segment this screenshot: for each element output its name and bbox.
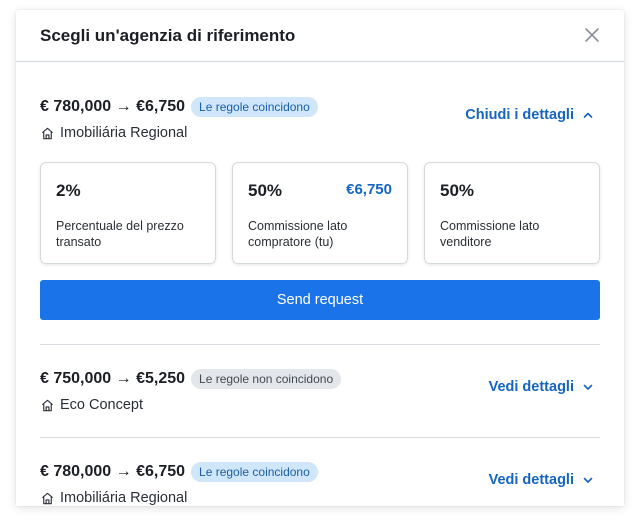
- home-icon: [41, 492, 54, 504]
- card-label: Commissione lato compratore (tu): [248, 219, 348, 249]
- offer-price: € 750,000 → €5,250: [40, 370, 186, 387]
- card-amount: €6,750: [346, 181, 392, 198]
- agency-selection-modal: Scegli un'agenzia di riferimento € 780,0…: [16, 10, 624, 506]
- close-details-link[interactable]: Chiudi i dettagli: [465, 107, 594, 123]
- card-label: Commissione lato venditore: [440, 219, 540, 249]
- agency-name: Imobiliária Regional: [60, 490, 188, 506]
- toggle-label: Vedi dettagli: [488, 472, 574, 488]
- view-details-link[interactable]: Vedi dettagli: [489, 472, 594, 488]
- offer-item: € 750,000 → €5,250 Le regole non coincid…: [40, 367, 600, 415]
- agency-name: Eco Concept: [60, 397, 144, 413]
- view-details-link[interactable]: Vedi dettagli: [489, 379, 594, 395]
- divider: [40, 437, 600, 438]
- chevron-up-icon: [583, 112, 593, 118]
- home-icon: [41, 127, 54, 139]
- card-value: 50%: [440, 181, 475, 200]
- detail-card-percentage: 2% Percentuale del prezzo transato: [40, 162, 216, 264]
- card-value: 50%: [248, 181, 283, 200]
- card-label: Percentuale del prezzo transato: [56, 219, 184, 249]
- offer-price: € 780,000 → €6,750: [40, 463, 186, 480]
- detail-card-seller-commission: 50% Commissione lato venditore: [424, 162, 600, 264]
- card-value: 2%: [56, 181, 81, 200]
- rules-mismatch-badge: Le regole non coincidono: [191, 369, 342, 389]
- agency-row: Imobiliária Regional: [40, 488, 600, 506]
- offer-price: € 780,000 → €6,750: [40, 98, 186, 115]
- toggle-label: Vedi dettagli: [488, 379, 574, 395]
- close-icon[interactable]: [582, 25, 602, 45]
- agency-row: Eco Concept: [40, 395, 600, 415]
- offer-item: € 780,000 → €6,750 Le regole coincidono …: [40, 460, 600, 506]
- agency-row: Imobiliária Regional: [40, 123, 600, 143]
- divider: [40, 344, 600, 345]
- home-icon: [41, 399, 54, 411]
- send-request-button[interactable]: Send request: [40, 280, 600, 320]
- commission-details: 2% Percentuale del prezzo transato 50% €…: [40, 162, 600, 264]
- rules-match-badge: Le regole coincidono: [191, 97, 318, 117]
- chevron-down-icon: [583, 384, 593, 390]
- chevron-down-icon: [583, 477, 593, 483]
- modal-header: Scegli un'agenzia di riferimento: [16, 10, 624, 62]
- detail-card-buyer-commission: 50% €6,750 Commissione lato compratore (…: [232, 162, 408, 264]
- toggle-label: Chiudi i dettagli: [465, 107, 574, 123]
- rules-match-badge: Le regole coincidono: [191, 462, 318, 482]
- agency-name: Imobiliária Regional: [60, 125, 188, 141]
- offer-item: € 780,000 → €6,750 Le regole coincidono …: [40, 95, 600, 320]
- modal-title: Scegli un'agenzia di riferimento: [40, 26, 296, 45]
- offers-list: € 780,000 → €6,750 Le regole coincidono …: [40, 62, 600, 506]
